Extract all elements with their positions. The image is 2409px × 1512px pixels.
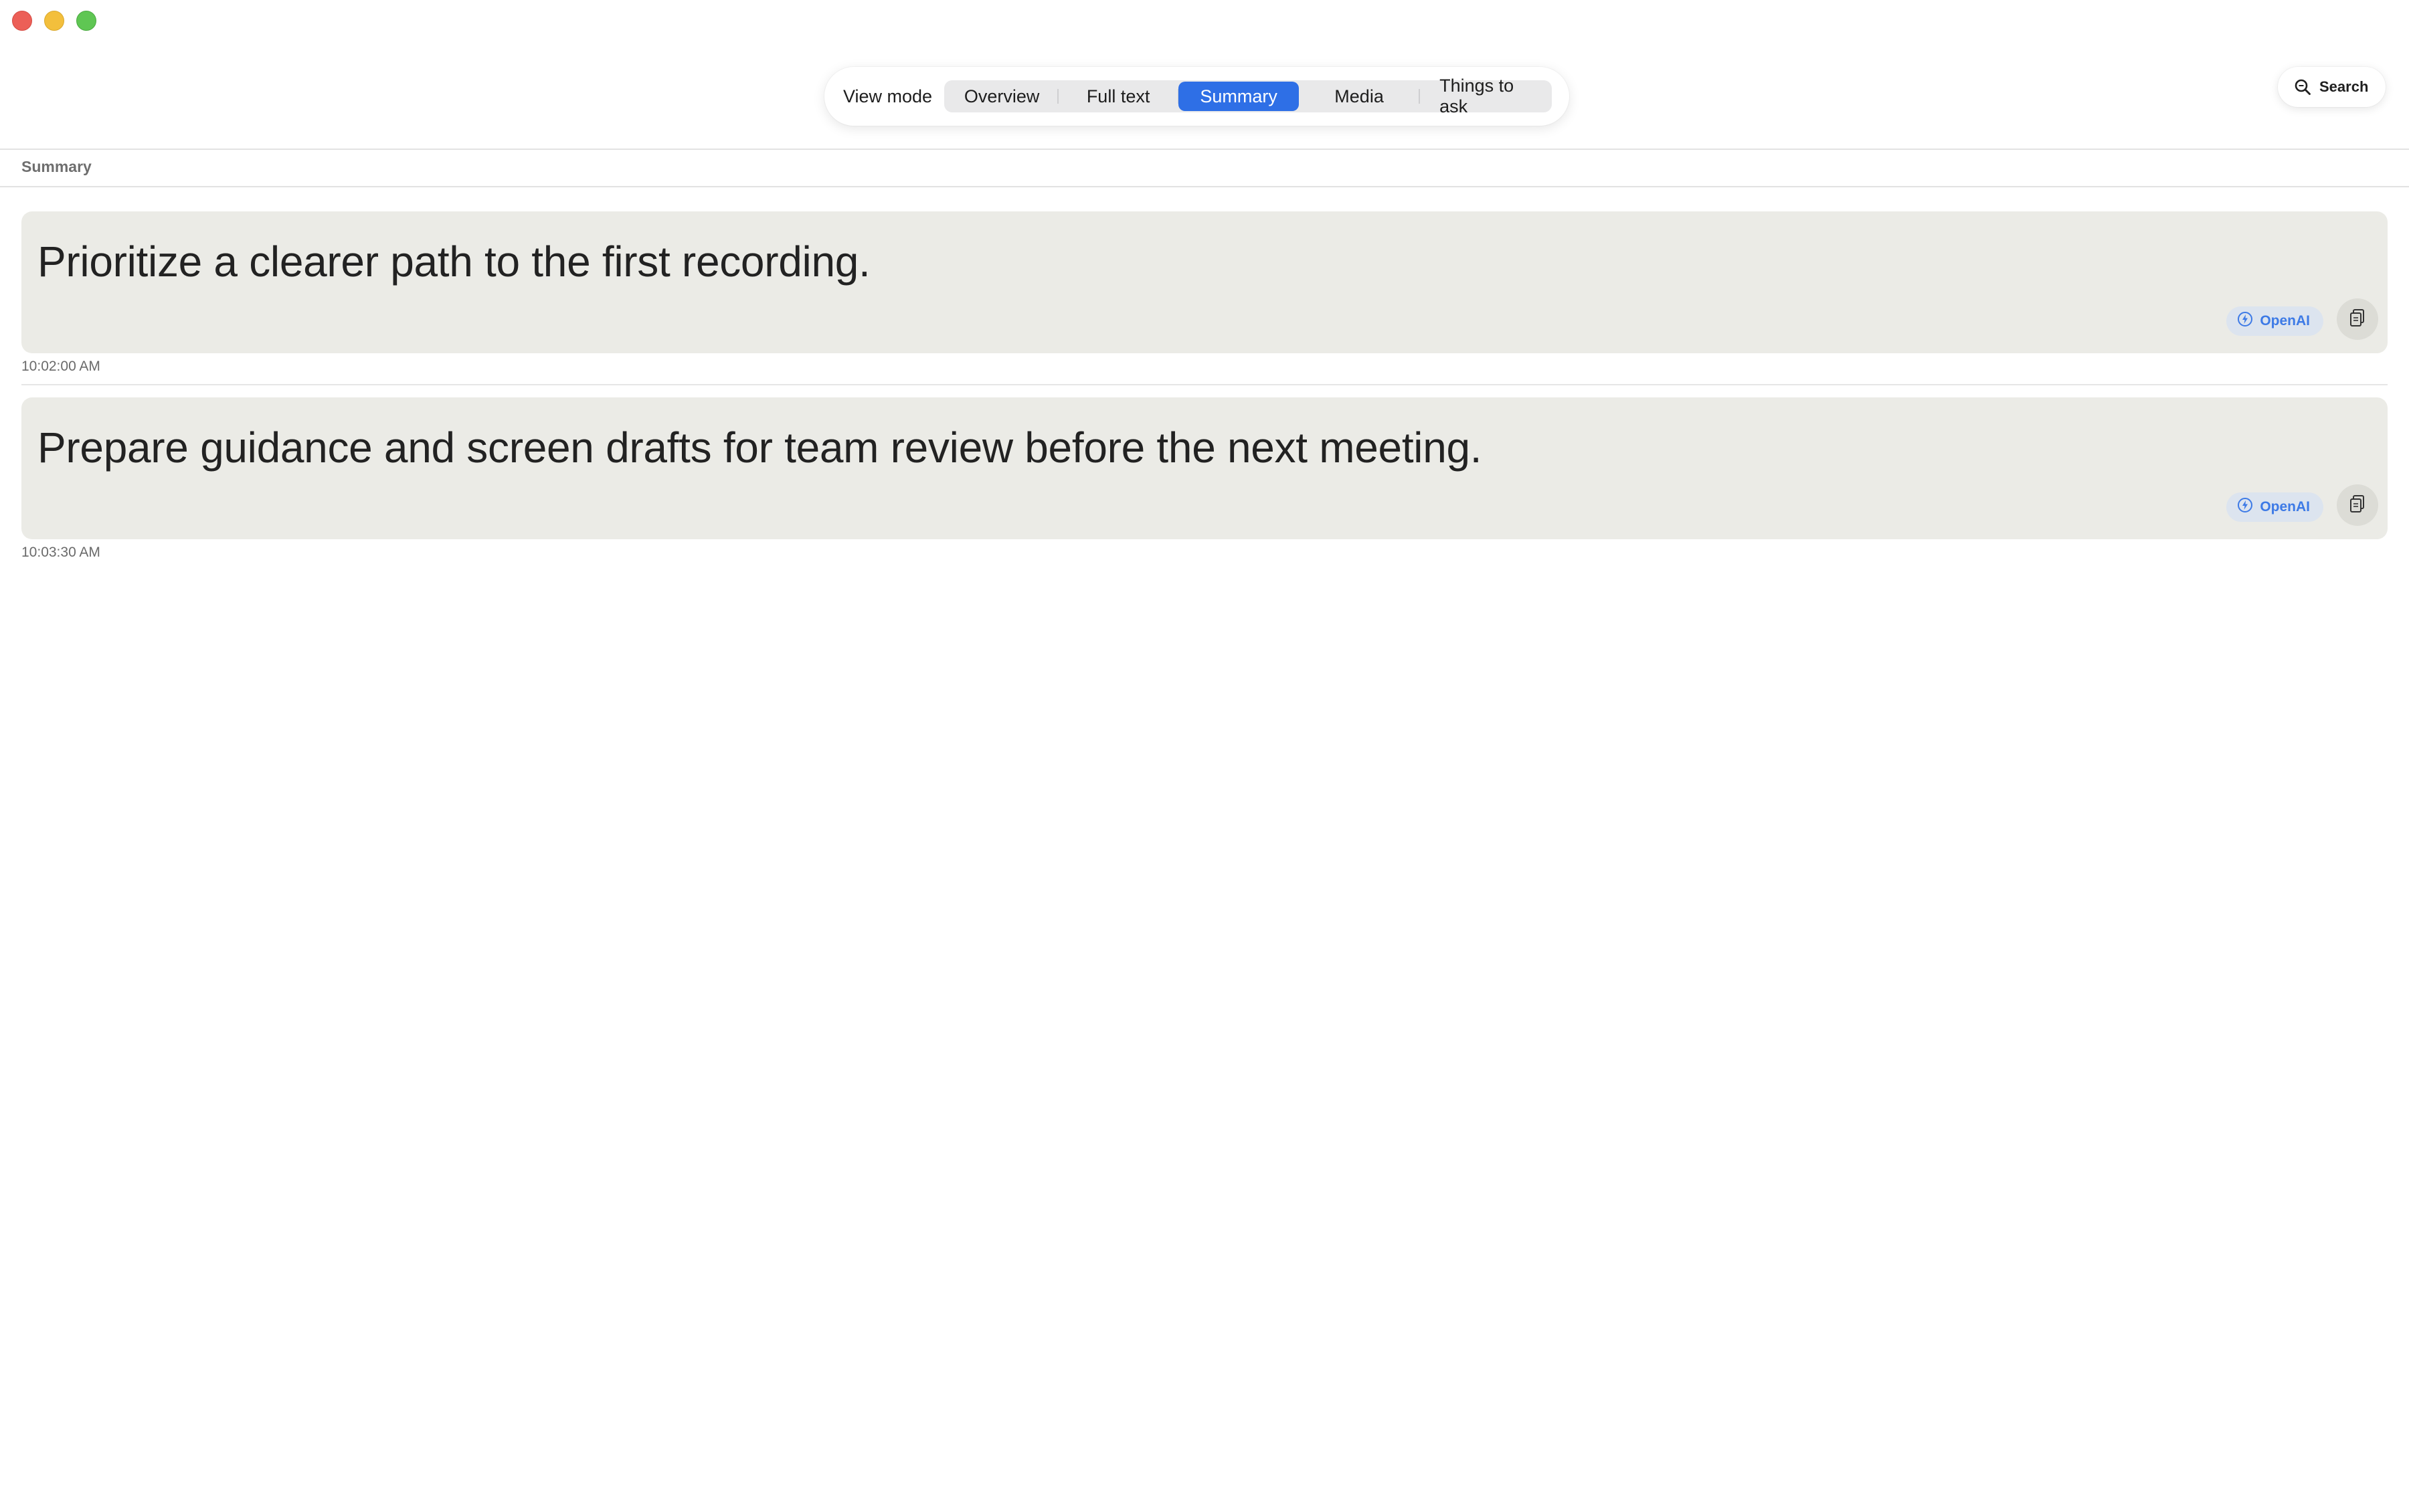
copy-button[interactable] (2337, 298, 2378, 340)
provider-badge: OpenAI (2226, 306, 2323, 336)
section-divider (0, 186, 2409, 187)
summary-divider (21, 384, 2388, 385)
tab-summary[interactable]: Summary (1178, 82, 1300, 111)
summary-card: Prioritize a clearer path to the first r… (21, 211, 2388, 353)
view-mode-label: View mode (843, 86, 933, 106)
provider-label: OpenAI (2260, 499, 2310, 514)
copy-button[interactable] (2337, 484, 2378, 526)
provider-badge: OpenAI (2226, 492, 2323, 522)
toolbar: View mode Overview Full text Summary Med… (0, 0, 2409, 150)
magnifier-icon (2294, 78, 2311, 96)
view-mode-control: View mode Overview Full text Summary Med… (824, 67, 1570, 126)
summary-timestamp: 10:03:30 AM (21, 545, 100, 560)
bolt-circle-icon (2237, 311, 2253, 331)
bolt-circle-icon (2237, 497, 2253, 517)
summary-timestamp: 10:02:00 AM (21, 359, 100, 374)
section-title: Summary (21, 158, 92, 175)
tab-full-text[interactable]: Full text (1058, 82, 1180, 111)
search-button-label: Search (2319, 78, 2369, 95)
summary-card: Prepare guidance and screen drafts for t… (21, 397, 2388, 539)
summary-text: Prioritize a clearer path to the first r… (37, 238, 871, 286)
tab-things-to-ask[interactable]: Things to ask (1419, 76, 1550, 116)
tab-media[interactable]: Media (1299, 82, 1421, 111)
tab-overview[interactable]: Overview (946, 82, 1059, 111)
app-window: View mode Overview Full text Summary Med… (0, 0, 2409, 1512)
provider-label: OpenAI (2260, 313, 2310, 328)
copy-icon (2348, 308, 2367, 331)
search-button[interactable]: Search (2278, 67, 2386, 107)
copy-icon (2348, 494, 2367, 517)
summary-text: Prepare guidance and screen drafts for t… (37, 423, 1482, 472)
view-mode-segments: Overview Full text Summary Media Things … (944, 76, 1552, 116)
